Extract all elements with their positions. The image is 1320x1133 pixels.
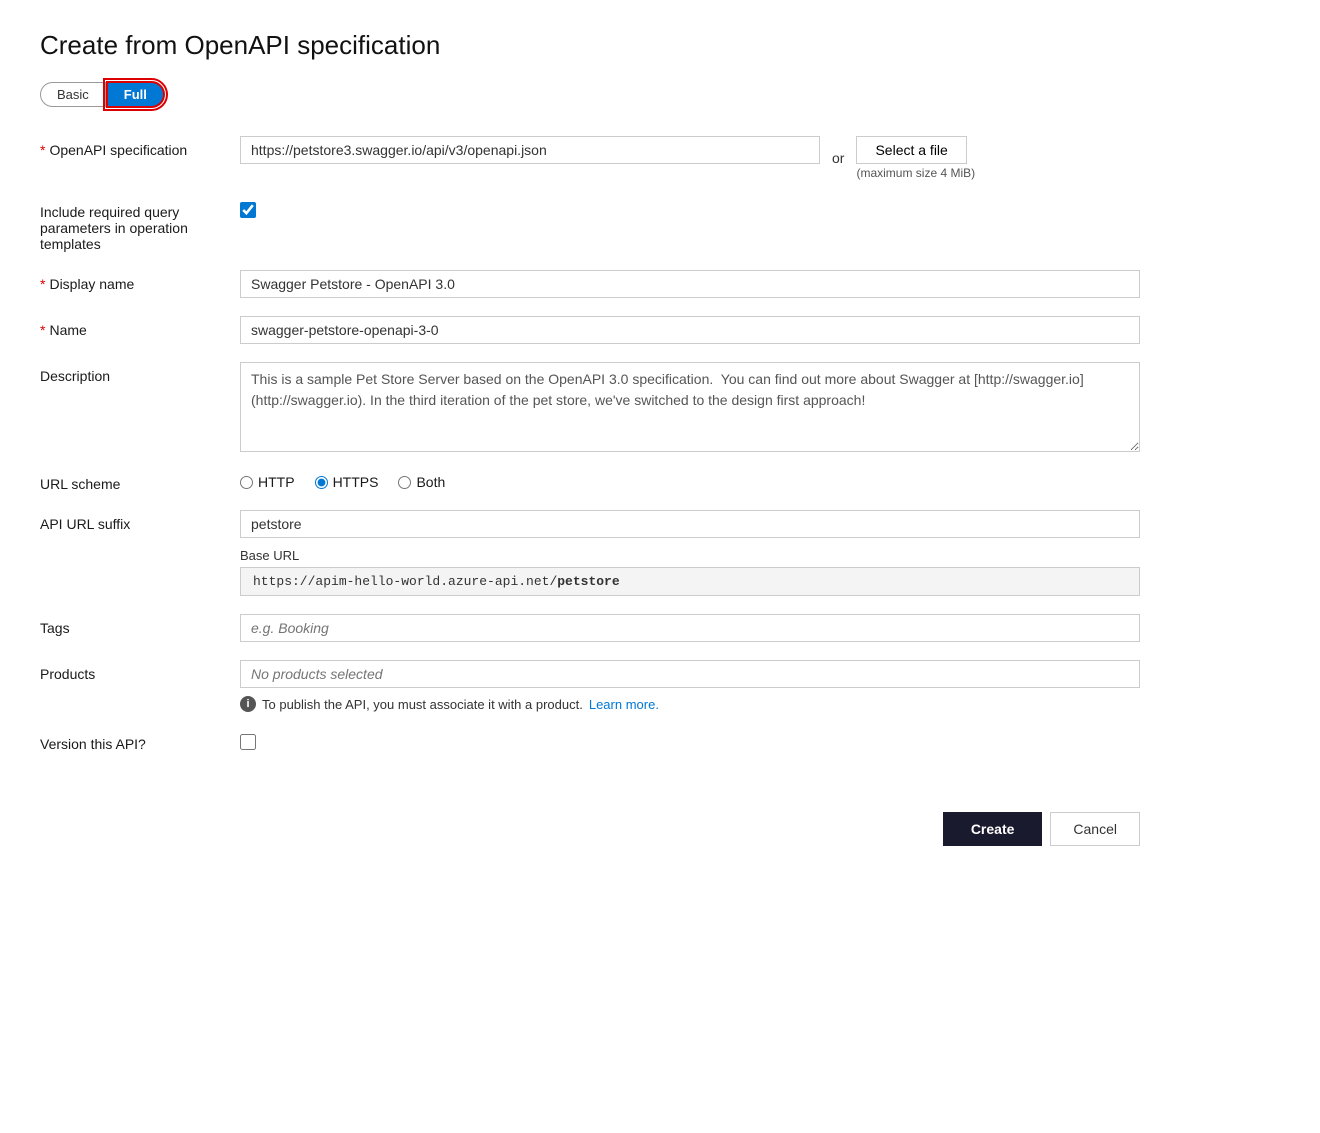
products-input[interactable]	[240, 660, 1140, 688]
radio-https[interactable]: HTTPS	[315, 474, 379, 490]
radio-both-input[interactable]	[398, 476, 411, 489]
name-input-cell	[240, 316, 1140, 344]
openapi-spec-url-input[interactable]	[240, 136, 820, 164]
url-scheme-radio-group: HTTP HTTPS Both	[240, 470, 1140, 490]
radio-both[interactable]: Both	[398, 474, 445, 490]
publish-info: i To publish the API, you must associate…	[240, 696, 1140, 712]
url-scheme-label: URL scheme	[40, 470, 240, 492]
select-file-button[interactable]: Select a file	[856, 136, 966, 164]
tags-input[interactable]	[240, 614, 1140, 642]
include-required-label: Include required query parameters in ope…	[40, 198, 240, 252]
footer-buttons: Create Cancel	[40, 812, 1140, 846]
tab-bar: Basic Full	[40, 81, 1280, 108]
file-input-group: Select a file (maximum size 4 MiB)	[856, 136, 975, 180]
base-url-label: Base URL	[240, 548, 1140, 563]
openapi-spec-input-cell: or Select a file (maximum size 4 MiB)	[240, 136, 1140, 180]
products-input-cell: i To publish the API, you must associate…	[240, 660, 1140, 712]
api-url-suffix-input[interactable]	[240, 510, 1140, 538]
radio-https-input[interactable]	[315, 476, 328, 489]
api-url-suffix-cell: Base URL https://apim-hello-world.azure-…	[240, 510, 1140, 596]
learn-more-link[interactable]: Learn more.	[589, 697, 659, 712]
cancel-button[interactable]: Cancel	[1050, 812, 1140, 846]
create-button[interactable]: Create	[943, 812, 1043, 846]
openapi-spec-label: *OpenAPI specification	[40, 136, 240, 158]
tab-full[interactable]: Full	[106, 81, 165, 108]
version-checkbox-cell	[240, 730, 1140, 750]
base-url-box: https://apim-hello-world.azure-api.net/p…	[240, 567, 1140, 596]
version-api-checkbox[interactable]	[240, 734, 256, 750]
base-url-suffix-text: petstore	[557, 574, 619, 589]
radio-http-input[interactable]	[240, 476, 253, 489]
api-url-suffix-label: API URL suffix	[40, 510, 240, 532]
description-label: Description	[40, 362, 240, 384]
required-star: *	[40, 142, 45, 158]
display-name-input-cell	[240, 270, 1140, 298]
version-api-label: Version this API?	[40, 730, 240, 752]
display-name-input[interactable]	[240, 270, 1140, 298]
tags-label: Tags	[40, 614, 240, 636]
page-title: Create from OpenAPI specification	[40, 30, 1280, 61]
products-label: Products	[40, 660, 240, 682]
radio-http[interactable]: HTTP	[240, 474, 295, 490]
form: *OpenAPI specification or Select a file …	[40, 136, 1140, 752]
name-input[interactable]	[240, 316, 1140, 344]
base-url-section: Base URL https://apim-hello-world.azure-…	[240, 548, 1140, 596]
display-name-label: *Display name	[40, 270, 240, 292]
tab-basic[interactable]: Basic	[40, 82, 106, 107]
description-input-cell: This is a sample Pet Store Server based …	[240, 362, 1140, 452]
include-required-checkbox[interactable]	[240, 202, 256, 218]
base-url-prefix: https://apim-hello-world.azure-api.net/	[253, 574, 557, 589]
info-icon: i	[240, 696, 256, 712]
tags-input-cell	[240, 614, 1140, 642]
name-label: *Name	[40, 316, 240, 338]
description-textarea[interactable]: This is a sample Pet Store Server based …	[240, 362, 1140, 452]
include-required-checkbox-cell	[240, 198, 1140, 218]
or-text: or	[832, 150, 844, 166]
file-size-note: (maximum size 4 MiB)	[856, 166, 975, 180]
publish-info-text: To publish the API, you must associate i…	[262, 697, 583, 712]
